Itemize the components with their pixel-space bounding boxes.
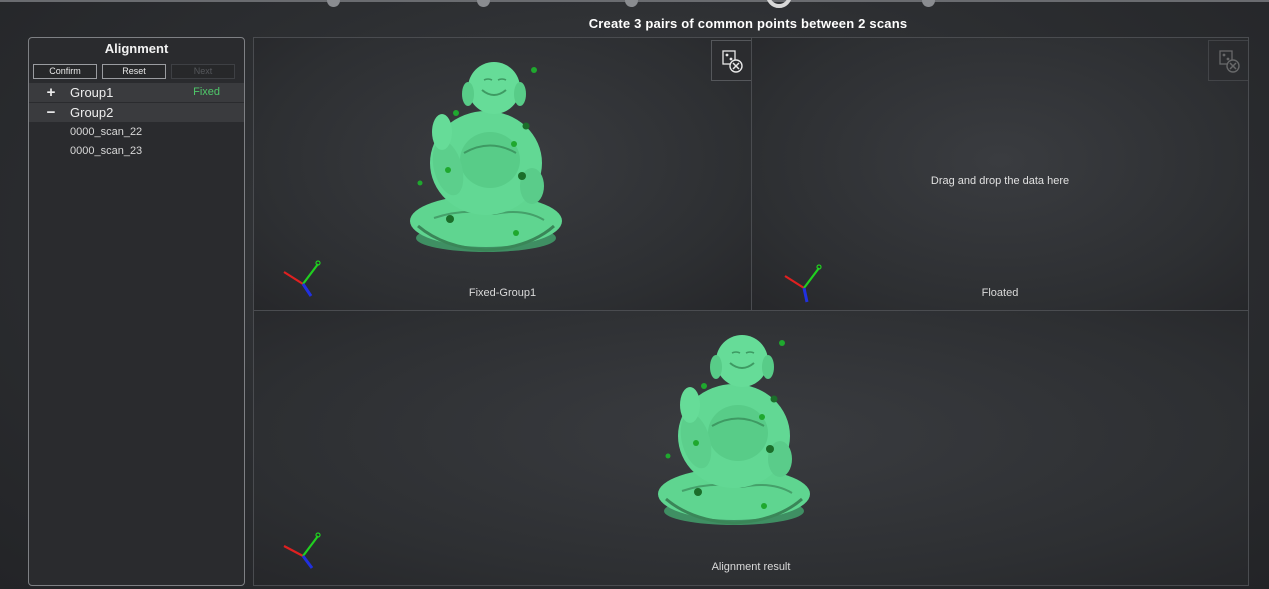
group-name: Group2 — [70, 105, 114, 120]
viewport-label: Floated — [981, 287, 1019, 299]
alignment-panel: Alignment Confirm Reset Next + Group1 Fi… — [28, 37, 245, 586]
viewport-label: Alignment result — [711, 561, 791, 573]
collapse-icon[interactable]: − — [45, 103, 57, 122]
group-row-group1[interactable]: + Group1 Fixed — [29, 83, 244, 103]
current-step-indicator — [766, 0, 792, 8]
buddha-model[interactable] — [652, 331, 812, 531]
result-viewport[interactable]: Alignment result — [253, 310, 1249, 586]
step-dot — [327, 0, 340, 7]
step-dot — [922, 0, 935, 7]
scan-list-item[interactable]: 0000_scan_22 — [29, 123, 244, 142]
button-row: Confirm Reset Next — [29, 60, 244, 79]
clear-points-icon — [1219, 50, 1240, 73]
step-dot — [477, 0, 490, 7]
fixed-viewport[interactable]: Fixed-Group1 — [253, 37, 752, 311]
clear-points-icon — [722, 50, 743, 73]
confirm-button[interactable]: Confirm — [33, 64, 97, 79]
fixed-badge: Fixed — [193, 86, 220, 98]
clear-points-button[interactable] — [711, 40, 751, 81]
drop-hint: Drag and drop the data here — [930, 175, 1070, 187]
panel-title: Alignment — [104, 41, 169, 56]
floated-viewport[interactable]: Drag and drop the data here Floated — [751, 37, 1249, 311]
viewport-label: Fixed-Group1 — [468, 287, 537, 299]
next-button[interactable]: Next — [171, 64, 235, 79]
expand-icon[interactable]: + — [45, 83, 57, 102]
buddha-model[interactable] — [404, 58, 564, 258]
clear-points-button[interactable] — [1208, 40, 1248, 81]
group-name: Group1 — [70, 85, 114, 100]
step-dot — [625, 0, 638, 7]
reset-button[interactable]: Reset — [102, 64, 166, 79]
axis-gizmo — [784, 264, 822, 303]
group-row-group2[interactable]: − Group2 — [29, 103, 244, 123]
scan-list-item[interactable]: 0000_scan_23 — [29, 142, 244, 161]
instruction-text: Create 3 pairs of common points between … — [588, 16, 908, 31]
